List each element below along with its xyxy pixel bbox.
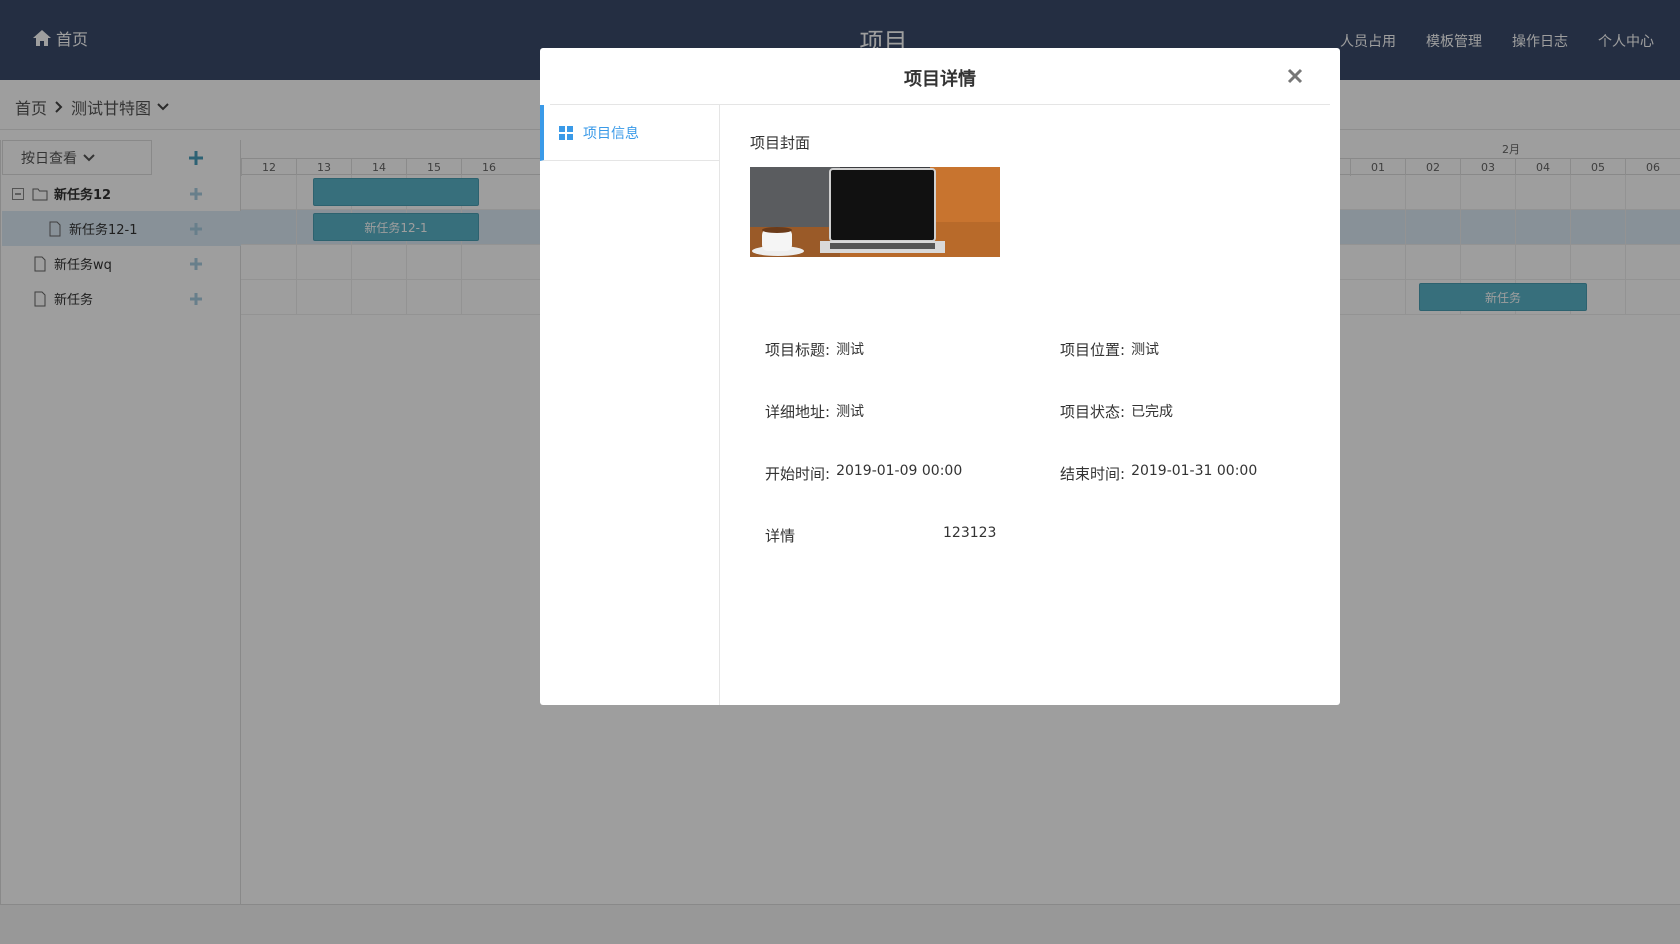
modal-sidebar: 项目信息	[540, 105, 720, 705]
field-value: 2019-01-31 00:00	[1131, 463, 1258, 479]
field-label: 项目位置:	[1060, 341, 1126, 359]
field-end-time: 结束时间: 2019-01-31 00:00	[1060, 463, 1257, 484]
modal-body: 项目封面 项目标题: 测试 项目位置: 测试 详细地址: 测试 项目状态: 已完…	[720, 105, 1340, 705]
field-start-time: 开始时间: 2019-01-09 00:00	[765, 463, 962, 484]
field-label: 详情	[765, 527, 796, 545]
field-project-location: 项目位置: 测试	[1060, 339, 1159, 360]
field-label: 项目状态:	[1060, 403, 1126, 421]
field-label: 结束时间:	[1060, 465, 1126, 483]
field-details: 详情 123123	[765, 525, 996, 546]
field-value: 测试	[836, 342, 865, 358]
modal-title: 项目详情	[904, 69, 976, 90]
field-value: 2019-01-09 00:00	[836, 463, 963, 479]
cover-label: 项目封面	[750, 134, 811, 152]
modal-header: 项目详情	[550, 48, 1330, 105]
field-label: 开始时间:	[765, 465, 831, 483]
project-cover-image	[750, 167, 1000, 257]
close-icon[interactable]	[1286, 67, 1304, 85]
field-value: 123123	[943, 525, 997, 541]
field-project-title: 项目标题: 测试	[765, 339, 864, 360]
tab-label: 项目信息	[583, 125, 639, 142]
field-label: 详细地址:	[765, 403, 831, 421]
field-label: 项目标题:	[765, 341, 831, 359]
field-value: 测试	[1131, 342, 1160, 358]
field-project-status: 项目状态: 已完成	[1060, 401, 1173, 422]
grid-icon	[559, 125, 573, 140]
tab-project-info[interactable]: 项目信息	[540, 105, 720, 161]
field-value: 测试	[836, 404, 865, 420]
field-address: 详细地址: 测试	[765, 401, 864, 422]
project-detail-modal: 项目详情 项目信息 项目封面 项目标题: 测试 项目位置: 测试 详细地址: 测…	[540, 48, 1340, 705]
field-value: 已完成	[1131, 404, 1174, 420]
